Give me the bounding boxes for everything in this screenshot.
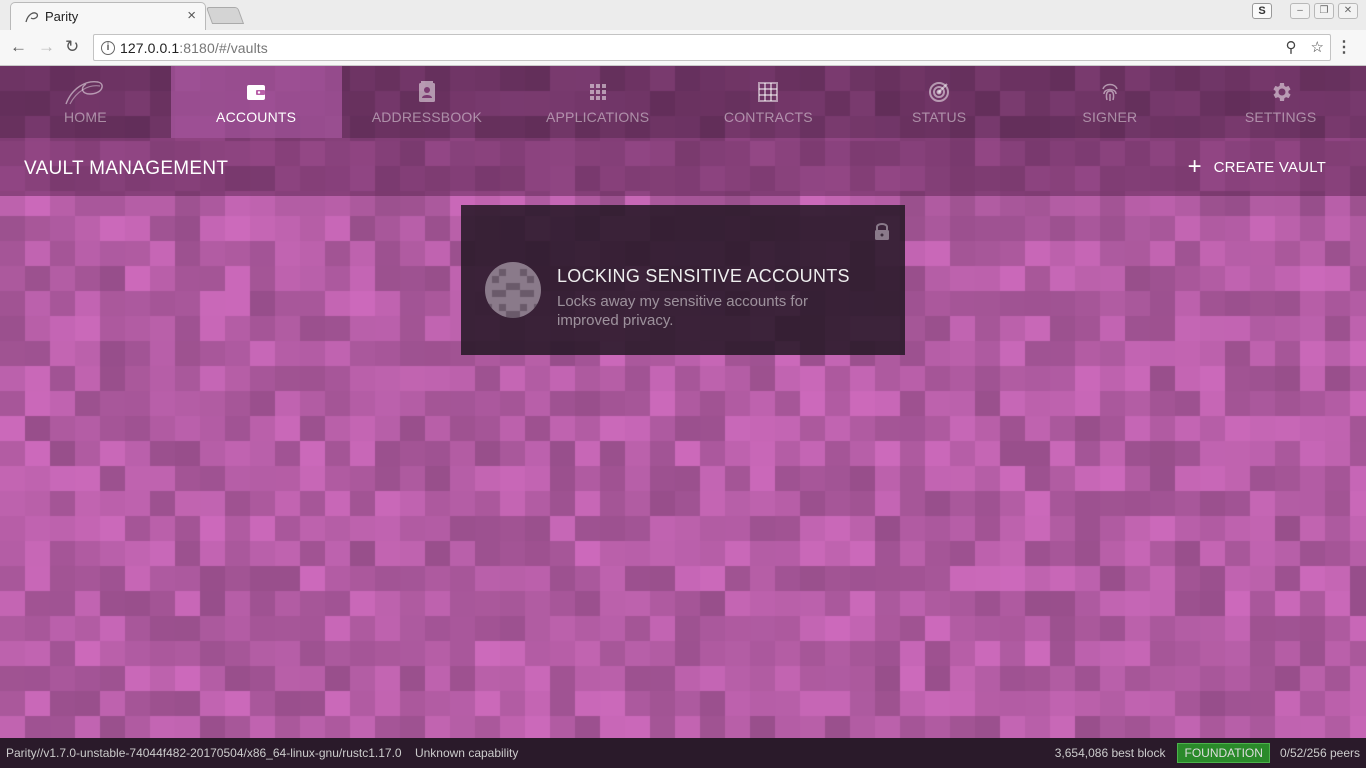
- restore-button[interactable]: ❐: [1314, 3, 1334, 19]
- vault-identicon: [485, 262, 541, 318]
- table-grid-icon: [758, 82, 779, 102]
- info-icon[interactable]: i: [101, 41, 115, 55]
- browser-tab[interactable]: Parity ×: [10, 2, 206, 30]
- radar-icon: [929, 82, 950, 102]
- nav-label: SETTINGS: [1244, 109, 1317, 125]
- profile-button[interactable]: S: [1252, 3, 1272, 19]
- close-window-button[interactable]: ✕: [1338, 3, 1358, 19]
- lock-icon[interactable]: [873, 221, 891, 241]
- gear-icon: [1273, 83, 1291, 101]
- nav-item-home[interactable]: HOME: [0, 66, 171, 138]
- back-arrow-icon[interactable]: ←: [10, 37, 27, 57]
- wallet-icon: [247, 85, 266, 100]
- parity-favicon-icon: [25, 12, 39, 23]
- version-text: Parity//v1.7.0-unstable-74044f482-201705…: [6, 746, 402, 760]
- minimize-button[interactable]: –: [1290, 3, 1310, 19]
- reload-icon[interactable]: ↻: [65, 37, 79, 57]
- apps-grid-icon: [589, 84, 606, 100]
- chain-badge: FOUNDATION: [1177, 743, 1270, 763]
- page-subheader: VAULT MANAGEMENT + CREATE VAULT: [0, 138, 1366, 196]
- vault-name: LOCKING SENSITIVE ACCOUNTS: [557, 266, 850, 286]
- nav-label: HOME: [63, 109, 107, 125]
- create-vault-button[interactable]: + CREATE VAULT: [1187, 153, 1326, 180]
- nav-item-applications[interactable]: APPLICATIONS: [512, 66, 683, 138]
- nav-item-signer[interactable]: SIGNER: [1025, 66, 1196, 138]
- address-bar[interactable]: i 127.0.0.1:8180/#/vaults ⚲ ☆: [93, 34, 1331, 61]
- page-title: VAULT MANAGEMENT: [24, 158, 229, 179]
- tab-close-icon[interactable]: ×: [187, 7, 196, 24]
- nav-item-addressbook[interactable]: ADDRESSBOOK: [342, 66, 513, 138]
- main-nav: HOME ACCOUNTS ADDRESSBOOK APPLICATIONS C…: [0, 66, 1366, 138]
- create-vault-label: CREATE VAULT: [1213, 158, 1326, 176]
- nav-item-contracts[interactable]: CONTRACTS: [683, 66, 854, 138]
- plus-icon: +: [1187, 153, 1202, 180]
- parity-app: HOME ACCOUNTS ADDRESSBOOK APPLICATIONS C…: [0, 66, 1366, 738]
- nav-label: STATUS: [911, 109, 967, 125]
- browser-toolbar: ← → ↻ i 127.0.0.1:8180/#/vaults ⚲ ☆ ⋮: [0, 30, 1366, 66]
- window-controls: S – ❐ ✕: [1252, 3, 1358, 19]
- peers-text: 0/52/256 peers: [1279, 746, 1360, 760]
- browser-menu-icon[interactable]: ⋮: [1336, 37, 1352, 57]
- nav-label: ADDRESSBOOK: [371, 109, 483, 125]
- new-tab-button[interactable]: [205, 7, 245, 24]
- nav-label: SIGNER: [1082, 109, 1138, 125]
- best-block-text: 3,654,086 best block: [1054, 746, 1166, 760]
- nav-label: APPLICATIONS: [545, 109, 650, 125]
- contact-icon: [418, 81, 435, 102]
- nav-item-status[interactable]: STATUS: [854, 66, 1025, 138]
- forward-arrow-icon[interactable]: →: [38, 37, 55, 57]
- url-text[interactable]: 127.0.0.1:8180/#/vaults: [120, 40, 268, 56]
- status-bar: Parity//v1.7.0-unstable-74044f482-201705…: [0, 738, 1366, 768]
- vault-description: Locks away my sensitive accounts for imp…: [557, 293, 808, 329]
- browser-tabstrip: Parity × S – ❐ ✕: [0, 0, 1366, 30]
- extension-icon[interactable]: ⚲: [1286, 38, 1297, 56]
- parity-logo-icon: [65, 81, 104, 105]
- nav-label: ACCOUNTS: [216, 109, 297, 125]
- nav-item-settings[interactable]: SETTINGS: [1195, 66, 1366, 138]
- nav-item-accounts[interactable]: ACCOUNTS: [170, 66, 342, 138]
- fingerprint-icon: [1102, 83, 1118, 101]
- vault-card[interactable]: LOCKING SENSITIVE ACCOUNTS Locks away my…: [461, 205, 905, 355]
- capability-text: Unknown capability: [414, 746, 519, 760]
- nav-label: CONTRACTS: [723, 109, 813, 125]
- tab-title: Parity: [45, 9, 79, 24]
- bookmark-star-icon[interactable]: ☆: [1311, 38, 1324, 56]
